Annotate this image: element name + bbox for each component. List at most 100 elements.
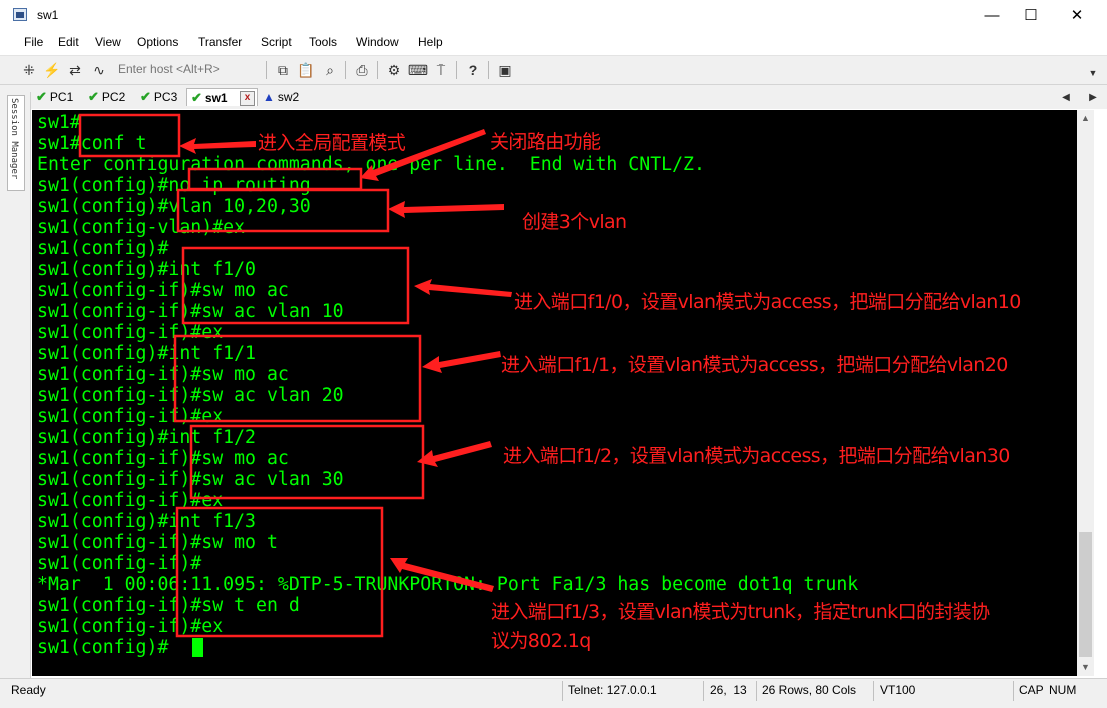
window-title: sw1 xyxy=(37,8,59,22)
status-separator xyxy=(562,681,563,701)
terminal-line: sw1#conf t xyxy=(37,133,147,154)
menu-tools[interactable]: Tools xyxy=(309,35,337,49)
terminal-line: sw1# xyxy=(37,112,81,133)
scroll-up-icon[interactable]: ▲ xyxy=(1077,110,1094,127)
menu-edit[interactable]: Edit xyxy=(58,35,79,49)
terminal-line: sw1(config-if)#sw mo ac xyxy=(37,280,289,301)
tab-label: sw2 xyxy=(277,90,300,104)
toolbar-separator xyxy=(377,61,378,79)
tab-scroll-right-icon[interactable]: ▶ xyxy=(1084,88,1102,106)
tab-pc3[interactable]: ✔ PC3 xyxy=(136,88,181,106)
print-icon[interactable]: ⎙ xyxy=(353,61,371,79)
disconnect-icon[interactable]: ∿ xyxy=(90,61,108,79)
connect-icon[interactable]: ⁜ xyxy=(20,61,38,79)
terminal-line: *Mar 1 00:06:11.095: %DTP-5-TRUNKPORTON:… xyxy=(37,574,859,595)
settings-icon[interactable]: ⚙ xyxy=(385,61,403,79)
terminal-line: sw1(config)#no ip routing xyxy=(37,175,311,196)
terminal-line: Enter configuration commands, one per li… xyxy=(37,154,705,175)
terminal-scrollbar[interactable]: ▲ ▼ xyxy=(1077,110,1094,676)
keymap-icon[interactable]: ⌨ xyxy=(408,61,428,79)
toolbar: ⁜ ⚡ ⇄ ∿ ⧉ 📋 ⌕ ⎙ ⚙ ⌨ ⍑ ? ▣ ▼ xyxy=(0,55,1107,84)
menu-view[interactable]: View xyxy=(95,35,121,49)
terminal-line: sw1(config)#int f1/0 xyxy=(37,259,256,280)
menu-transfer[interactable]: Transfer xyxy=(198,35,242,49)
menu-window[interactable]: Window xyxy=(356,35,399,49)
session-icon[interactable]: ▣ xyxy=(496,61,514,79)
terminal-line: sw1(config-if)#sw mo ac xyxy=(37,448,289,469)
status-separator xyxy=(756,681,757,701)
terminal-line: sw1(config-if)#ex xyxy=(37,490,224,511)
toolbar-separator xyxy=(488,61,489,79)
check-icon: ✔ xyxy=(36,89,47,104)
scroll-thumb[interactable] xyxy=(1079,532,1092,657)
tab-label: PC2 xyxy=(101,90,126,104)
terminal[interactable]: sw1# sw1#conf t Enter configuration comman… xyxy=(32,110,1077,676)
menu-options[interactable]: Options xyxy=(137,35,178,49)
terminal-line: sw1(config)# xyxy=(37,637,169,658)
terminal-line: sw1(config-if)#sw mo t xyxy=(37,532,278,553)
annotation-f1-3-line1: 进入端口f1/3，设置vlan模式为trunk，指定trunk口的封装协 xyxy=(491,601,990,623)
check-icon: ✔ xyxy=(191,89,202,105)
status-ready: Ready xyxy=(11,683,46,697)
host-input[interactable] xyxy=(114,60,270,78)
status-separator xyxy=(873,681,874,701)
menu-file[interactable]: File xyxy=(24,35,43,49)
tab-scroll-left-icon[interactable]: ◀ xyxy=(1057,88,1075,106)
tab-close-icon[interactable]: x xyxy=(240,91,255,106)
maximize-button[interactable]: ☐ xyxy=(1008,0,1054,30)
status-separator xyxy=(703,681,704,701)
tab-label: PC1 xyxy=(49,90,74,104)
terminal-line: sw1(config-if)#sw ac vlan 20 xyxy=(37,385,344,406)
toolbar-separator xyxy=(345,61,346,79)
toolbar-chevron-down-icon[interactable]: ▼ xyxy=(1084,64,1102,82)
check-icon: ✔ xyxy=(140,89,151,104)
menu-help[interactable]: Help xyxy=(418,35,443,49)
annotation-f1-3-line2: 议为802.1q xyxy=(491,630,591,652)
copy-icon[interactable]: ⧉ xyxy=(274,61,292,79)
scroll-down-icon[interactable]: ▼ xyxy=(1077,659,1094,676)
status-size: 26 Rows, 80 Cols xyxy=(762,683,857,697)
terminal-line: sw1(config-vlan)#ex xyxy=(37,217,246,238)
status-caps: CAP xyxy=(1019,683,1044,697)
reconnect-icon[interactable]: ⇄ xyxy=(66,61,84,79)
tab-pc1[interactable]: ✔ PC1 xyxy=(32,88,77,106)
terminal-line: sw1(config-if)#sw ac vlan 10 xyxy=(37,301,344,322)
terminal-line: sw1(config)#int f1/3 xyxy=(37,511,256,532)
terminal-line: sw1(config)#vlan 10,20,30 xyxy=(37,196,311,217)
close-button[interactable]: ✕ xyxy=(1054,0,1100,30)
session-manager-panel: Session Manager xyxy=(0,92,31,680)
menu-script[interactable]: Script xyxy=(261,35,292,49)
terminal-line: sw1(config-if)#ex xyxy=(37,616,224,637)
tab-label: PC3 xyxy=(153,90,178,104)
find-icon[interactable]: ⌕ xyxy=(321,61,339,79)
status-cursor-position: 26, 13 xyxy=(710,683,747,697)
status-connection: Telnet: 127.0.0.1 xyxy=(568,683,657,697)
menu-bar: File Edit View Options Transfer Script T… xyxy=(0,32,1107,53)
status-emulation: VT100 xyxy=(880,683,916,697)
session-manager-tab[interactable]: Session Manager xyxy=(7,95,25,191)
annotation-f1-0: 进入端口f1/0，设置vlan模式为access，把端口分配给vlan10 xyxy=(514,291,1021,313)
status-separator xyxy=(1013,681,1014,701)
tab-bar: ✔ PC1 ✔ PC2 ✔ PC3 ✔ sw1 x ▲ sw2 ◀ ▶ xyxy=(0,84,1107,109)
title-bar: sw1 — ☐ ✕ xyxy=(0,0,1107,32)
tab-pc2[interactable]: ✔ PC2 xyxy=(84,88,129,106)
terminal-line: sw1(config-if)#sw t en d xyxy=(37,595,300,616)
tab-sw2[interactable]: ▲ sw2 xyxy=(259,88,303,106)
terminal-line: sw1(config-if)#ex xyxy=(37,322,224,343)
warning-icon: ▲ xyxy=(263,90,275,104)
terminal-line: sw1(config-if)# xyxy=(37,553,202,574)
paste-icon[interactable]: 📋 xyxy=(297,61,315,79)
annotation-f1-1: 进入端口f1/1，设置vlan模式为access，把端口分配给vlan20 xyxy=(501,354,1008,376)
annotation-create-vlan: 创建3个vlan xyxy=(522,211,627,233)
annotation-f1-2: 进入端口f1/2，设置vlan模式为access，把端口分配给vlan30 xyxy=(503,445,1010,467)
sftp-icon[interactable]: ⍑ xyxy=(432,61,450,79)
status-num: NUM xyxy=(1049,683,1077,697)
check-icon: ✔ xyxy=(88,89,99,104)
annotation-no-routing: 关闭路由功能 xyxy=(490,131,601,153)
status-bar: Ready Telnet: 127.0.0.1 26, 13 26 Rows, … xyxy=(0,678,1107,708)
toolbar-separator xyxy=(266,61,267,79)
toolbar-separator xyxy=(456,61,457,79)
quick-connect-icon[interactable]: ⚡ xyxy=(43,61,61,79)
app-icon xyxy=(13,8,27,21)
help-icon[interactable]: ? xyxy=(464,61,482,79)
